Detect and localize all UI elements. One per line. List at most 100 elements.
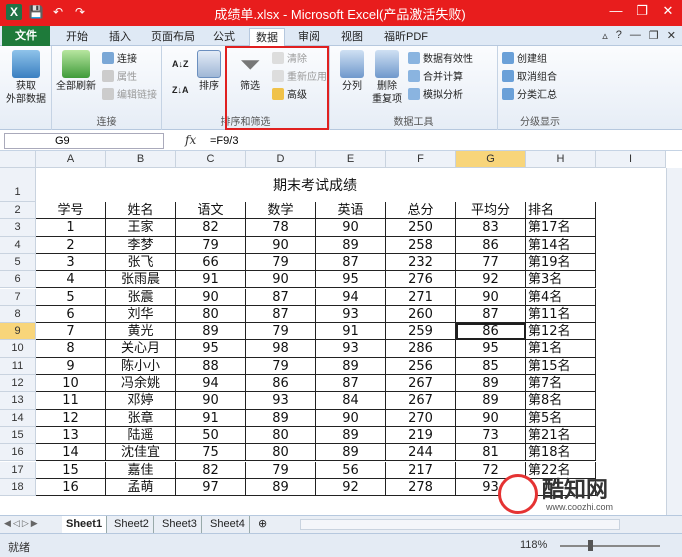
table-cell[interactable]: 孟萌: [106, 478, 176, 497]
zoom-level[interactable]: 118%: [520, 539, 547, 551]
table-cell[interactable]: 66: [176, 253, 246, 272]
table-cell[interactable]: 79: [246, 253, 316, 272]
table-cell[interactable]: 244: [386, 444, 456, 462]
row-header-16[interactable]: 16: [0, 444, 36, 462]
table-cell[interactable]: 第21名: [526, 426, 596, 445]
table-cell[interactable]: 92: [456, 271, 526, 289]
table-cell[interactable]: 第1名: [526, 340, 596, 358]
table-header-cell[interactable]: 学号: [36, 202, 106, 220]
minimize-icon[interactable]: —: [608, 3, 624, 19]
table-header-cell[interactable]: 总分: [386, 202, 456, 220]
tab-home[interactable]: 开始: [60, 28, 94, 46]
table-cell[interactable]: 87: [316, 253, 386, 272]
table-cell[interactable]: 98: [246, 340, 316, 358]
table-cell[interactable]: 259: [386, 323, 456, 341]
table-cell[interactable]: 87: [316, 375, 386, 393]
table-cell[interactable]: 86: [456, 323, 526, 341]
tab-page-layout[interactable]: 页面布局: [145, 28, 201, 46]
table-cell[interactable]: 第8名: [526, 392, 596, 410]
table-cell[interactable]: 89: [316, 426, 386, 445]
row-header-14[interactable]: 14: [0, 409, 36, 427]
collapse-ribbon-icon[interactable]: ▵: [602, 29, 608, 42]
table-cell[interactable]: 10: [36, 375, 106, 393]
column-header-e[interactable]: E: [316, 151, 386, 168]
table-cell[interactable]: 79: [246, 323, 316, 341]
table-cell[interactable]: 90: [246, 236, 316, 254]
sheet-tab-3[interactable]: Sheet3: [158, 516, 202, 533]
table-cell[interactable]: 79: [246, 461, 316, 479]
table-header-cell[interactable]: 姓名: [106, 202, 176, 220]
sheet-tab-4[interactable]: Sheet4: [206, 516, 250, 533]
table-cell[interactable]: 88: [176, 357, 246, 375]
table-header-cell[interactable]: 平均分: [456, 202, 526, 220]
column-header-f[interactable]: F: [386, 151, 456, 168]
close-icon[interactable]: ✕: [660, 3, 676, 19]
sort-ascending-button[interactable]: A↓Z: [172, 56, 189, 72]
group-button[interactable]: 创建组: [502, 52, 547, 68]
table-cell[interactable]: 第18名: [526, 444, 596, 462]
table-cell[interactable]: 第15名: [526, 357, 596, 375]
row-header-18[interactable]: 18: [0, 478, 36, 497]
table-cell[interactable]: 89: [176, 323, 246, 341]
row-header-3[interactable]: 3: [0, 219, 36, 237]
table-cell[interactable]: 278: [386, 478, 456, 497]
clear-filter-button[interactable]: 清除: [272, 52, 307, 68]
tab-review[interactable]: 审阅: [292, 28, 326, 46]
table-cell[interactable]: 86: [456, 236, 526, 254]
table-cell[interactable]: 11: [36, 392, 106, 410]
table-header-cell[interactable]: 数学: [246, 202, 316, 220]
table-cell[interactable]: 张震: [106, 288, 176, 306]
row-header-5[interactable]: 5: [0, 253, 36, 272]
formula-input[interactable]: =F9/3: [210, 133, 238, 149]
table-cell[interactable]: 260: [386, 305, 456, 324]
table-cell[interactable]: 80: [246, 444, 316, 462]
table-cell[interactable]: 89: [246, 478, 316, 497]
table-cell[interactable]: 89: [246, 409, 316, 427]
column-header-g[interactable]: G: [456, 151, 526, 168]
sort-descending-button[interactable]: Z↓A: [172, 82, 189, 98]
table-cell[interactable]: 16: [36, 478, 106, 497]
table-cell[interactable]: 217: [386, 461, 456, 479]
row-header-6[interactable]: 6: [0, 271, 36, 289]
table-cell[interactable]: 271: [386, 288, 456, 306]
table-cell[interactable]: 267: [386, 375, 456, 393]
table-cell[interactable]: 276: [386, 271, 456, 289]
table-cell[interactable]: 第3名: [526, 271, 596, 289]
ribbon-minimize-icon[interactable]: —: [630, 29, 641, 42]
tab-insert[interactable]: 插入: [103, 28, 137, 46]
table-cell[interactable]: 80: [246, 426, 316, 445]
properties-button[interactable]: 属性: [102, 70, 137, 86]
table-cell[interactable]: 89: [456, 392, 526, 410]
table-cell[interactable]: 82: [176, 461, 246, 479]
table-cell[interactable]: 王家: [106, 219, 176, 237]
table-cell[interactable]: 50: [176, 426, 246, 445]
table-cell[interactable]: 14: [36, 444, 106, 462]
ungroup-button[interactable]: 取消组合: [502, 70, 557, 86]
table-cell[interactable]: 79: [176, 236, 246, 254]
data-validation-button[interactable]: 数据有效性: [408, 52, 473, 68]
insert-function-icon[interactable]: fx: [185, 133, 196, 147]
reapply-button[interactable]: 重新应用: [272, 70, 327, 86]
text-to-columns-button[interactable]: 分列: [336, 50, 368, 93]
table-cell[interactable]: 94: [176, 375, 246, 393]
table-cell[interactable]: 87: [456, 305, 526, 324]
refresh-all-button[interactable]: 全部刷新: [56, 50, 96, 93]
table-cell[interactable]: 79: [246, 357, 316, 375]
table-cell[interactable]: 陈小小: [106, 357, 176, 375]
zoom-slider-thumb[interactable]: [588, 540, 593, 551]
table-cell[interactable]: 73: [456, 426, 526, 445]
table-cell[interactable]: 邓婷: [106, 392, 176, 410]
table-cell[interactable]: 第19名: [526, 253, 596, 272]
table-cell[interactable]: 李梦: [106, 236, 176, 254]
sheet-nav-arrows-icon[interactable]: ◀◁▷▶: [4, 518, 40, 529]
table-cell[interactable]: 286: [386, 340, 456, 358]
table-cell[interactable]: 第12名: [526, 323, 596, 341]
row-header-12[interactable]: 12: [0, 375, 36, 393]
table-cell[interactable]: 91: [176, 271, 246, 289]
table-cell[interactable]: 87: [246, 288, 316, 306]
table-cell[interactable]: 90: [456, 288, 526, 306]
table-cell[interactable]: 张飞: [106, 253, 176, 272]
table-cell[interactable]: 81: [456, 444, 526, 462]
table-cell[interactable]: 第11名: [526, 305, 596, 324]
redo-icon[interactable]: ↷: [72, 4, 88, 20]
